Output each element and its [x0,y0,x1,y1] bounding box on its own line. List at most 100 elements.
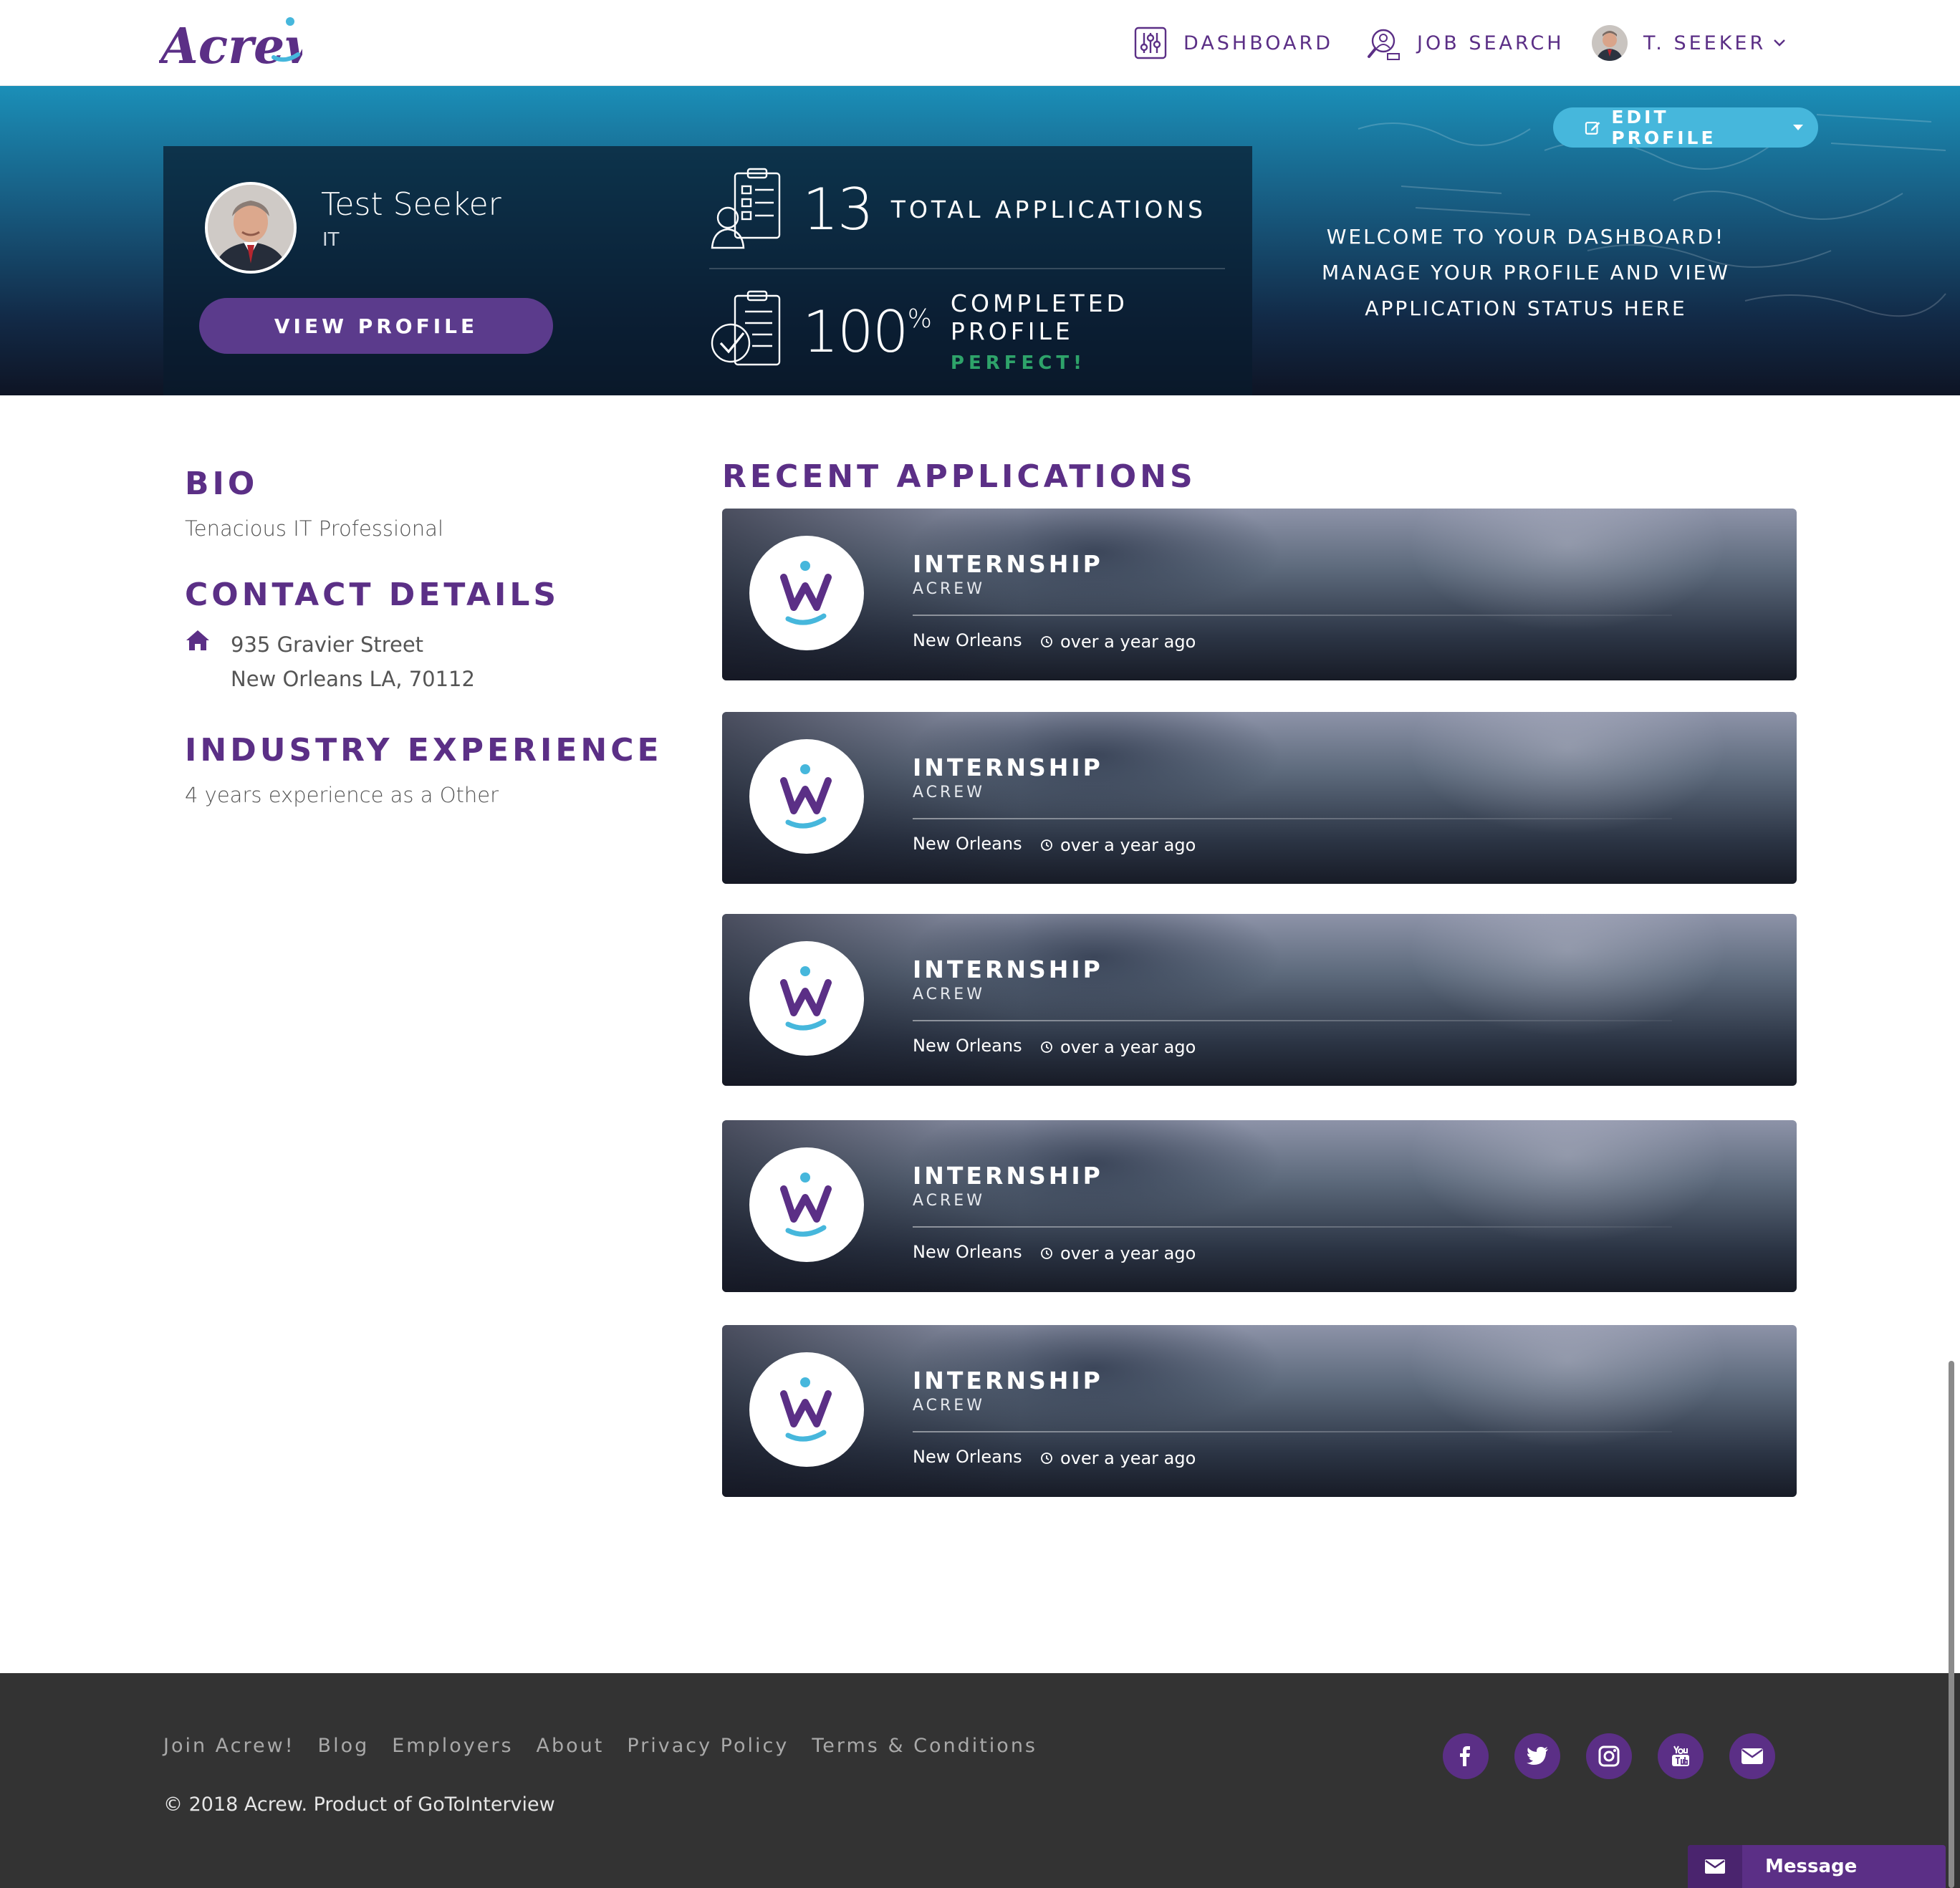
footer-link-privacy[interactable]: Privacy Policy [627,1735,789,1757]
application-title: INTERNSHIP [913,753,1103,781]
nav-dashboard[interactable]: DASHBOARD [1132,23,1333,63]
contact-section: CONTACT DETAILS 935 Gravier Street New O… [185,577,686,696]
edit-profile-label: EDIT PROFILE [1611,107,1716,148]
application-time-label: over a year ago [1060,632,1196,652]
company-logo [749,1352,864,1467]
profile-avatar [205,182,297,274]
application-card[interactable]: INTERNSHIP ACREW New Orleans over a year ag… [722,1325,1797,1497]
application-time: over a year ago [1040,632,1196,652]
application-company: ACREW [913,986,985,1003]
clock-icon [1041,1041,1052,1053]
welcome-line-1: WELCOME TO YOUR DASHBOARD! [1326,225,1726,249]
card-divider [913,615,1672,616]
application-card[interactable]: INTERNSHIP ACREW New Orleans over a year ag… [722,509,1797,680]
industry-heading: INDUSTRY EXPERIENCE [185,732,663,769]
profile-name: Test Seeker [321,186,501,223]
application-time: over a year ago [1040,1448,1196,1468]
total-applications-label: TOTAL APPLICATIONS [890,195,1207,223]
twitter-icon[interactable] [1514,1733,1560,1779]
contact-heading: CONTACT DETAILS [185,577,560,613]
edit-icon [1585,122,1600,135]
bio-text: Tenacious IT Professional [185,516,443,541]
welcome-line-2: MANAGE YOUR PROFILE AND VIEW [1322,261,1730,284]
application-time-label: over a year ago [1060,1037,1196,1057]
application-company: ACREW [913,784,985,801]
nav-dashboard-label: DASHBOARD [1183,32,1334,54]
page-scrollbar[interactable] [1949,1361,1954,1888]
application-location: New Orleans [913,1242,1022,1262]
profile-completion-value: 100% [802,299,932,365]
footer-link-terms[interactable]: Terms & Conditions [812,1735,1037,1757]
application-company: ACREW [913,1192,985,1210]
top-navbar: Acrew DASHBOARD [0,0,1960,86]
application-title: INTERNSHIP [913,955,1103,983]
nav-job-search-label: JOB SEARCH [1417,32,1565,54]
message-label: Message [1765,1856,1858,1877]
application-title: INTERNSHIP [913,1367,1103,1395]
footer-link-join[interactable]: Join Acrew! [163,1735,295,1757]
company-logo [749,1147,864,1262]
welcome-message: WELCOME TO YOUR DASHBOARD! MANAGE YOUR P… [1268,219,1784,327]
edit-profile-dropdown[interactable] [1778,124,1818,131]
application-company: ACREW [913,580,985,598]
dashboard-hero: EDIT PROFILE Test Seeker IT VIEW PROFILE [0,86,1960,395]
footer-link-employers[interactable]: Employers [392,1735,513,1757]
footer-links: Join Acrew! Blog Employers About Privacy… [163,1735,1060,1757]
total-applications-count: 13 [802,175,874,243]
application-time: over a year ago [1040,1243,1196,1263]
application-title: INTERNSHIP [913,550,1103,578]
company-logo [749,536,864,650]
stats-divider [709,268,1225,269]
application-company: ACREW [913,1397,985,1415]
application-card[interactable]: INTERNSHIP ACREW New Orleans over a year ag… [722,914,1797,1086]
industry-section: INDUSTRY EXPERIENCE 4 years experience a… [185,732,686,807]
message-widget-button[interactable]: Message [1688,1845,1946,1888]
acrew-w-icon [780,1377,832,1442]
chevron-down-icon [1773,37,1786,50]
nav-job-search[interactable]: JOB SEARCH [1365,23,1565,63]
card-divider [913,1020,1672,1021]
acrew-w-icon [780,764,832,829]
welcome-line-3: APPLICATION STATUS HERE [1365,297,1687,320]
user-menu[interactable]: T. SEEKER [1592,23,1786,63]
acrew-logo[interactable]: Acrew [159,11,302,73]
facebook-icon[interactable] [1443,1733,1489,1779]
youtube-icon[interactable] [1658,1733,1704,1779]
application-card[interactable]: INTERNSHIP ACREW New Orleans over a year ag… [722,712,1797,884]
checklist-icon [709,290,788,373]
footer-link-blog[interactable]: Blog [318,1735,370,1757]
instagram-icon[interactable] [1586,1733,1632,1779]
clock-icon [1041,1453,1052,1464]
copyright: © 2018 Acrew. Product of GoToInterview [163,1793,555,1816]
home-icon [185,627,213,696]
profile-completion-label: COMPLETED PROFILE [950,289,1128,345]
footer: Join Acrew! Blog Employers About Privacy… [0,1673,1960,1888]
view-profile-button[interactable]: VIEW PROFILE [199,298,553,354]
envelope-icon [1688,1845,1742,1888]
social-links [1443,1733,1801,1779]
application-location: New Orleans [913,834,1022,854]
profile-details: BIO Tenacious IT Professional CONTACT DE… [185,466,686,843]
application-time-label: over a year ago [1060,835,1196,855]
acrew-w-icon [780,1172,832,1237]
card-divider [913,1226,1672,1228]
logo-wordmark: Acrew [159,18,302,73]
card-divider [913,1431,1672,1432]
email-icon[interactable] [1729,1733,1775,1779]
application-card[interactable]: INTERNSHIP ACREW New Orleans over a year ag… [722,1120,1797,1292]
completion-unit: % [907,304,932,334]
application-title: INTERNSHIP [913,1162,1103,1190]
recent-applications-heading: RECENT APPLICATIONS [722,458,1196,495]
user-avatar [1592,25,1628,61]
company-logo [749,941,864,1056]
industry-text: 4 years experience as a Other [185,783,499,807]
application-location: New Orleans [913,1447,1022,1467]
application-time-label: over a year ago [1060,1243,1196,1263]
application-location: New Orleans [913,630,1022,650]
edit-profile-button[interactable]: EDIT PROFILE [1553,107,1818,148]
sliders-icon [1132,24,1169,62]
clock-icon [1041,1248,1052,1259]
footer-link-about[interactable]: About [537,1735,605,1757]
total-applications-stat: 13 TOTAL APPLICATIONS [709,168,1206,251]
address-line-1: 935 Gravier Street [231,632,424,657]
